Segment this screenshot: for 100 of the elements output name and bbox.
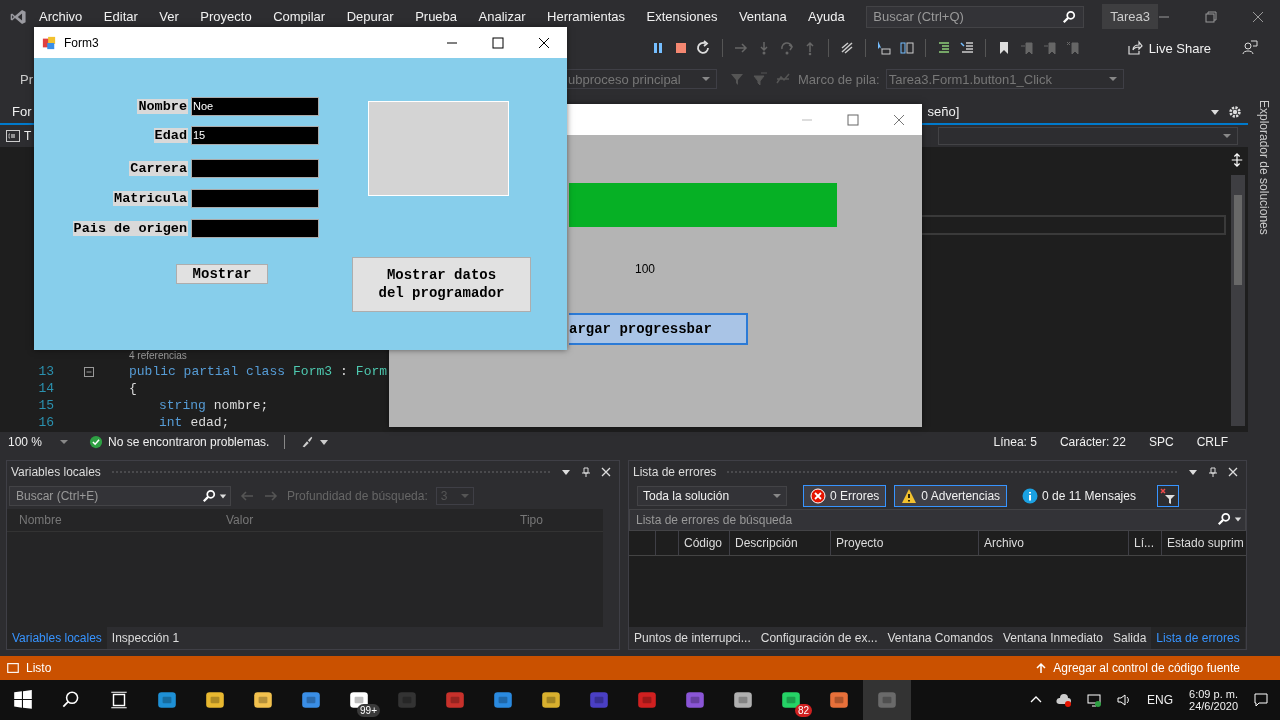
start-icon[interactable]: [12, 689, 34, 711]
panel-tab[interactable]: Ventana Comandos: [882, 627, 998, 649]
problems-status[interactable]: No se encontraron problemas.: [108, 435, 270, 449]
panel-tab[interactable]: Inspección 1: [106, 627, 185, 649]
text-field[interactable]: [191, 188, 319, 208]
panel-tab[interactable]: Ventana Inmediato: [997, 627, 1108, 649]
menu-item[interactable]: Extensiones: [646, 9, 718, 24]
collapse-icon[interactable]: [84, 366, 94, 377]
spacing-indicator[interactable]: SPC: [1148, 435, 1174, 449]
column-header[interactable]: Código: [679, 531, 730, 555]
previous-bookmark-icon[interactable]: [1019, 40, 1035, 56]
column-header[interactable]: Proyecto: [831, 531, 979, 555]
columns-icon[interactable]: [899, 40, 915, 56]
text-field[interactable]: [191, 218, 319, 238]
pin-icon[interactable]: [581, 467, 591, 477]
panel-tab[interactable]: Configuración de ex...: [755, 627, 883, 649]
text-field[interactable]: 15: [191, 125, 319, 145]
panel-tab[interactable]: Lista de errores: [1151, 627, 1245, 649]
comment-icon[interactable]: [959, 40, 975, 56]
search-field[interactable]: Buscar (Ctrl+E): [9, 486, 231, 506]
filter-button[interactable]: 0 Advertencias: [894, 485, 1008, 507]
brush-icon[interactable]: [300, 435, 315, 449]
panel-tab[interactable]: Puntos de interrupci...: [629, 627, 756, 649]
pin-icon[interactable]: [1208, 467, 1218, 477]
panel-title: Lista de errores: [633, 465, 717, 479]
menu-item[interactable]: Prueba: [415, 9, 458, 24]
app-icon[interactable]: [828, 689, 850, 711]
load-button[interactable]: argar progressbar: [569, 313, 748, 345]
cursor-icon[interactable]: [876, 40, 892, 56]
indent-icon[interactable]: [936, 40, 952, 56]
task-view-icon[interactable]: [108, 689, 130, 711]
search-field[interactable]: Lista de errores de búsqueda: [629, 509, 1246, 531]
language-indicator[interactable]: ENG: [1147, 693, 1174, 707]
dropdown-icon[interactable]: [1188, 467, 1198, 477]
show-button[interactable]: Mostrar: [176, 264, 268, 284]
notifications-icon[interactable]: [1253, 692, 1269, 708]
panel-tab[interactable]: Salida: [1108, 627, 1152, 649]
column-header[interactable]: Estado suprim: [1162, 531, 1246, 555]
step-over-icon[interactable]: [779, 40, 795, 56]
restore-icon[interactable]: [1205, 10, 1217, 23]
panel-tab[interactable]: Variables locales: [7, 627, 107, 649]
field-label: Carrera: [129, 160, 188, 176]
app-icon[interactable]: [732, 689, 754, 711]
depth-label: Profundidad de búsqueda:: [287, 489, 428, 503]
line-indicator[interactable]: Línea: 5: [993, 435, 1037, 449]
document-tab[interactable]: For: [12, 104, 32, 119]
next-bookmark-icon[interactable]: [1042, 40, 1058, 56]
menu-item[interactable]: Ver: [159, 9, 179, 24]
hot-reload-icon[interactable]: [839, 40, 855, 56]
filter-button[interactable]: 0 de 11 Mensajes: [1015, 485, 1143, 507]
network-icon[interactable]: [1086, 692, 1103, 708]
live-share-button[interactable]: Live Share: [1122, 38, 1215, 58]
menu-item[interactable]: Herramientas: [547, 9, 626, 24]
clear-bookmark-icon[interactable]: [1065, 40, 1081, 56]
menu-item[interactable]: Compilar: [273, 9, 326, 24]
app-icon[interactable]: [204, 689, 226, 711]
text-field[interactable]: Noe: [191, 96, 319, 116]
filter-button[interactable]: 0 Errores: [803, 485, 887, 507]
file-tab[interactable]: T: [24, 129, 32, 143]
search-icon: [1062, 9, 1077, 24]
column-indicator[interactable]: Carácter: 22: [1059, 435, 1126, 449]
document-tab[interactable]: seño]: [927, 104, 1202, 119]
clear-filter-icon[interactable]: [1156, 485, 1179, 507]
app-icon[interactable]: [540, 689, 562, 711]
code-token: nombre;: [213, 398, 269, 413]
field-label: Matricula: [113, 190, 188, 206]
zoom-dropdown[interactable]: 100 %: [8, 435, 68, 449]
cloud-icon[interactable]: [1056, 692, 1073, 708]
source-control-link[interactable]: Agregar al control de código fuente: [1053, 661, 1240, 675]
column-header[interactable]: Lí...: [1129, 531, 1162, 555]
close-icon[interactable]: [538, 36, 550, 49]
text-field[interactable]: [191, 158, 319, 178]
up-arrow-icon[interactable]: [1035, 662, 1048, 674]
menu-item[interactable]: Analizar: [478, 9, 526, 24]
code-token: {: [129, 381, 137, 396]
line-ending-indicator[interactable]: CRLF: [1196, 435, 1228, 449]
scope-dropdown[interactable]: Toda la solución: [637, 486, 787, 506]
restart-icon[interactable]: [696, 40, 712, 56]
search-field[interactable]: Buscar (Ctrl+Q): [866, 5, 1085, 28]
menu-item[interactable]: Ventana: [738, 9, 787, 24]
menu-item[interactable]: Proyecto: [200, 9, 252, 24]
menu-item[interactable]: Ayuda: [808, 9, 845, 24]
caret-icon[interactable]: [319, 437, 330, 447]
clock[interactable]: 6:09 p. m. 24/6/2020: [1189, 688, 1238, 712]
scrollbar[interactable]: [1231, 175, 1245, 426]
dropdown-icon[interactable]: [561, 467, 571, 477]
app-icon[interactable]: [252, 689, 274, 711]
developer-info-button[interactable]: Mostrar datos del programador: [352, 257, 531, 312]
column-header[interactable]: Archivo: [979, 531, 1129, 555]
references-hint[interactable]: 4 referencias: [129, 350, 388, 363]
split-icon[interactable]: [1230, 153, 1244, 167]
menu-item[interactable]: Editar: [103, 9, 138, 24]
menu-item[interactable]: Archivo: [39, 9, 83, 24]
side-panel-tab[interactable]: Explorador de soluciones: [1257, 100, 1271, 452]
menu-item[interactable]: Depurar: [346, 9, 394, 24]
maximize-icon[interactable]: [492, 36, 504, 49]
settings-icon[interactable]: [1228, 104, 1242, 119]
column-header[interactable]: Descripción: [730, 531, 831, 555]
stop-icon[interactable]: [673, 40, 689, 56]
feedback-icon[interactable]: [1242, 40, 1258, 56]
